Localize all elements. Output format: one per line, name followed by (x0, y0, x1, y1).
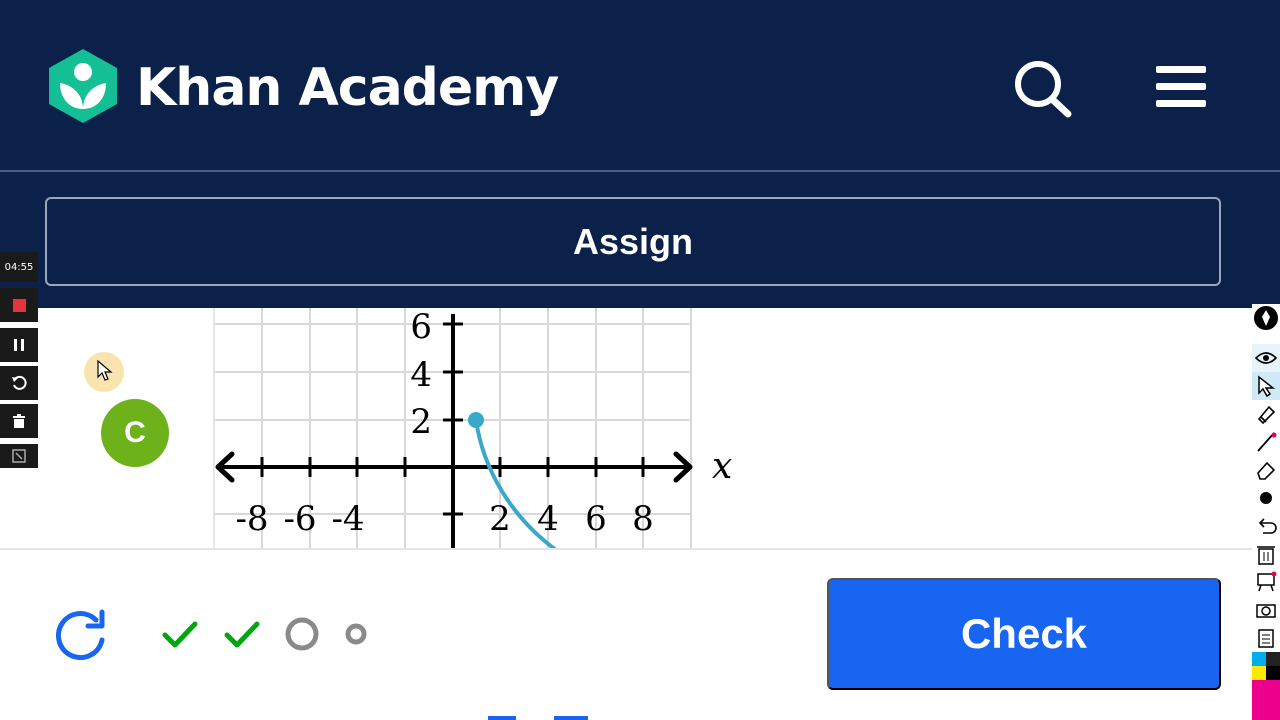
colors-icon (1252, 652, 1266, 666)
header-divider (0, 170, 1280, 172)
search-icon[interactable] (1010, 56, 1074, 120)
assign-button[interactable]: Assign (45, 197, 1221, 286)
y-tick-label: 2 (410, 402, 432, 442)
brand-name[interactable]: Khan Academy (136, 52, 559, 124)
whiteboard-tool[interactable] (1252, 568, 1280, 596)
color-swatch (1266, 652, 1280, 666)
eye-icon (1255, 352, 1277, 364)
hamburger-menu-icon[interactable] (1154, 62, 1208, 112)
x-tick-label: 8 (632, 499, 654, 539)
line-tool[interactable] (1252, 428, 1280, 456)
dot-icon (1260, 492, 1272, 504)
stop-icon (12, 298, 26, 312)
annotation-toolbar (1252, 304, 1280, 720)
dot-tool[interactable] (1252, 484, 1280, 512)
curve-start-point[interactable] (468, 412, 484, 428)
current-question-icon (285, 617, 319, 651)
color-swatch (1266, 666, 1280, 680)
check-button[interactable]: Check (827, 578, 1221, 690)
correct-check-icon (224, 621, 260, 648)
trash-icon (1257, 546, 1275, 565)
site-header: Khan Academy Assign (0, 0, 1280, 308)
x-tick-label: 6 (585, 499, 607, 539)
camera-icon (1256, 604, 1276, 618)
y-tick-label: 4 (410, 355, 432, 395)
board-icon (1257, 571, 1277, 592)
expand-button[interactable] (0, 444, 38, 468)
color-swatch (1252, 680, 1280, 720)
x-tick-label: -6 (283, 499, 316, 539)
color-swatch (1252, 666, 1266, 680)
screen-recorder-panel: 04:55 (0, 252, 38, 468)
pointer-icon (1258, 375, 1276, 397)
undo-icon (1258, 518, 1277, 534)
eraser-tool[interactable] (1252, 456, 1280, 484)
trash-icon (13, 414, 25, 428)
toolbar-clear[interactable] (1252, 540, 1280, 568)
x-tick-label: 4 (537, 499, 559, 539)
expand-icon (12, 449, 26, 463)
scroll-indicator (554, 716, 588, 720)
line-icon (1257, 432, 1277, 452)
highlighter-icon (1257, 405, 1276, 425)
mouse-pointer-icon (97, 360, 113, 381)
x-axis-label: x (712, 446, 732, 487)
pen-icon (1254, 306, 1278, 330)
x-tick-label: -4 (331, 499, 364, 539)
avatar: C (101, 399, 169, 467)
x-tick-label: 2 (489, 499, 511, 539)
eye-tool[interactable] (1252, 344, 1280, 372)
toolbar-undo[interactable] (1252, 512, 1280, 540)
function-graph: -8 -6 -4 2 4 6 8 6 4 2 x (213, 308, 732, 550)
correct-check-icon (162, 621, 198, 648)
undo-icon (12, 375, 27, 390)
notes-tool[interactable] (1252, 624, 1280, 652)
highlighter-tool[interactable] (1252, 400, 1280, 428)
scroll-indicator (488, 716, 516, 720)
pointer-tool[interactable] (1252, 372, 1280, 400)
y-tick-label: 6 (410, 308, 432, 347)
khan-academy-logo-icon[interactable] (46, 47, 120, 125)
footer-divider (0, 548, 1252, 550)
pause-icon (14, 339, 24, 351)
restart-button[interactable] (0, 366, 38, 400)
delete-recording-button[interactable] (0, 404, 38, 438)
color-palette[interactable] (1252, 652, 1280, 720)
stop-button[interactable] (0, 288, 38, 322)
pending-question-icon (345, 623, 367, 645)
exercise-progress (160, 612, 368, 656)
refresh-icon[interactable] (50, 606, 112, 664)
x-tick-label: -8 (235, 499, 268, 539)
pen-tool[interactable] (1252, 304, 1280, 332)
eraser-icon (1257, 461, 1276, 480)
recording-time: 04:55 (0, 252, 38, 282)
notes-icon (1258, 629, 1274, 648)
pause-button[interactable] (0, 328, 38, 362)
screenshot-tool[interactable] (1252, 596, 1280, 624)
